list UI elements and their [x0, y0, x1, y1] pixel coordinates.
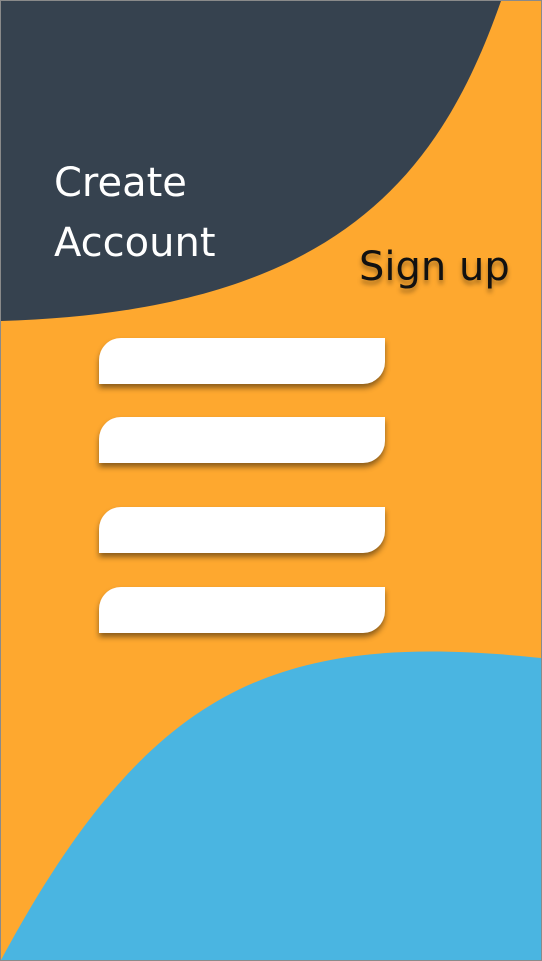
signup-field-1[interactable] — [99, 338, 385, 384]
signup-button[interactable]: Sign up — [359, 239, 510, 295]
signup-field-3[interactable] — [99, 507, 385, 553]
title-line-create: Create — [54, 160, 187, 206]
signup-field-4[interactable] — [99, 587, 385, 633]
page-title: Create Account — [54, 153, 314, 273]
signup-screen: Create Account Sign up — [0, 0, 542, 961]
background-shapes — [1, 1, 541, 960]
signup-field-2[interactable] — [99, 417, 385, 463]
title-line-account: Account — [54, 220, 216, 266]
